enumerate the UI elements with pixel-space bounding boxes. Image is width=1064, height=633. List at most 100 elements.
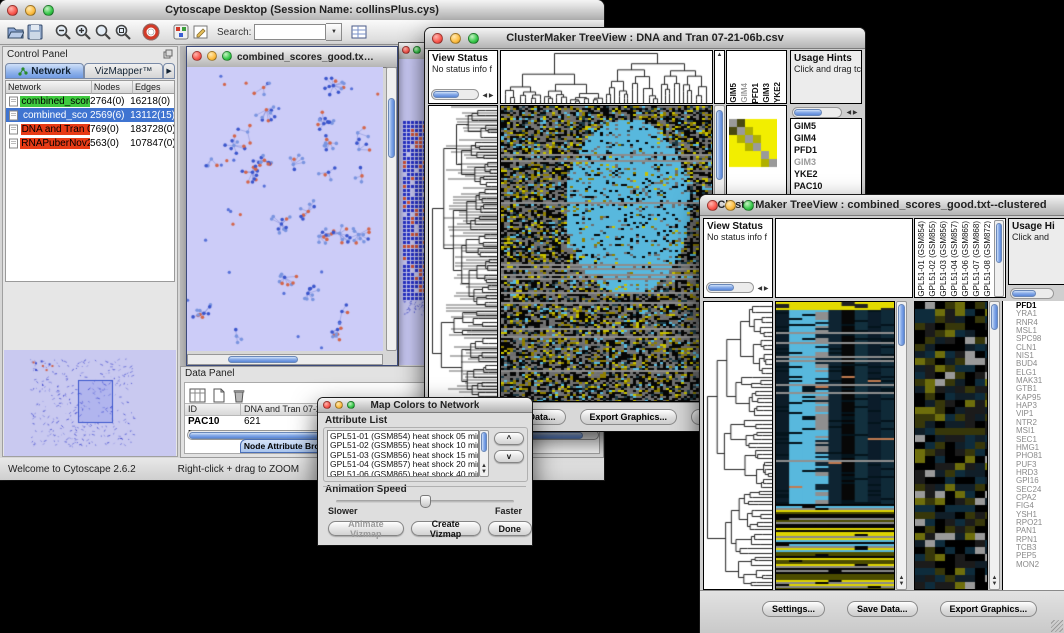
minimize-button[interactable]	[335, 401, 343, 409]
treeview-dna-titlebar[interactable]: ClusterMaker TreeView : DNA and Tran 07-…	[425, 28, 865, 49]
zoom-window-button[interactable]	[347, 401, 355, 409]
usage-hints-scrollbar[interactable]	[1010, 288, 1054, 299]
save-icon[interactable]	[25, 22, 45, 42]
treeview-button[interactable]: Export Graphics...	[940, 601, 1038, 617]
zoom-in-icon[interactable]	[73, 22, 93, 42]
vizmapper-icon[interactable]	[171, 22, 191, 42]
main-titlebar[interactable]: Cytoscape Desktop (Session Name: collins…	[0, 0, 604, 21]
gene-label[interactable]: GIM3	[794, 156, 858, 168]
zoom-window-button[interactable]	[743, 200, 754, 211]
gene-label[interactable]: MON2	[1016, 561, 1064, 569]
treeview-combined-titlebar[interactable]: ClusterMaker TreeView : combined_scores_…	[700, 195, 1064, 216]
gene-label[interactable]: GIM5	[794, 120, 858, 132]
row-dendrogram[interactable]	[704, 302, 772, 589]
zoom-window-button[interactable]	[468, 33, 479, 44]
gene-label[interactable]: PAC10	[794, 180, 858, 192]
column-dendrogram[interactable]	[501, 51, 712, 103]
column-labels-scrollbar[interactable]	[994, 220, 1004, 297]
secondary-heatmap[interactable]	[915, 302, 987, 589]
attribute-up-button[interactable]: ^	[494, 432, 524, 445]
minimize-button[interactable]	[725, 200, 736, 211]
scroll-arrows[interactable]: ◀ ▶	[845, 110, 859, 116]
col-header-network[interactable]: Network	[6, 81, 92, 94]
usage-hints-box: Usage Hints Click and drag tc	[790, 50, 862, 104]
zoom-window-button[interactable]	[43, 5, 54, 16]
network-table-row[interactable]: DNA and Tran 07 769(0) 183728(0)	[6, 122, 174, 136]
view-status-scrollbar[interactable]	[706, 282, 754, 293]
secondary-vscrollbar[interactable]: ▲▼	[989, 301, 1000, 590]
attribute-down-button[interactable]: v	[494, 450, 524, 463]
attribute-list-scrollbar[interactable]: ▲▼	[479, 430, 489, 477]
minimize-button[interactable]	[25, 5, 36, 16]
network-overview-thumbnail[interactable]	[4, 350, 176, 456]
scroll-arrows[interactable]: ◀ ▶	[481, 93, 495, 99]
zoom-out-icon[interactable]	[53, 22, 73, 42]
attribute-browser-icon[interactable]	[349, 22, 369, 42]
minimize-button[interactable]	[207, 51, 217, 61]
scroll-arrows[interactable]: ▲▼	[898, 575, 905, 587]
view-status-scrollbar[interactable]	[431, 89, 479, 100]
zoom-window-button[interactable]	[413, 46, 421, 54]
network-view-canvas[interactable]	[187, 67, 383, 351]
treeview-combined-title: ClusterMaker TreeView : combined_scores_…	[717, 199, 1046, 211]
map-dialog-titlebar[interactable]: Map Colors to Network	[318, 398, 532, 413]
dialog-button[interactable]: Animate Vizmap	[328, 521, 404, 536]
treeview-button[interactable]: Save Data...	[847, 601, 918, 617]
heatmap-canvas[interactable]	[501, 106, 712, 401]
close-button[interactable]	[402, 46, 410, 54]
scroll-arrows[interactable]: ◀ ▶	[756, 286, 770, 292]
heatmap-canvas[interactable]	[776, 302, 894, 589]
select-attributes-icon[interactable]	[187, 385, 207, 405]
data-col-id[interactable]: ID	[185, 403, 241, 416]
row-dendrogram[interactable]	[429, 106, 497, 401]
search-dropdown-button[interactable]: ▼	[326, 23, 342, 41]
tab-vizmapper[interactable]: VizMapper™	[84, 63, 163, 79]
close-button[interactable]	[707, 200, 718, 211]
search-input[interactable]	[254, 24, 326, 40]
scroll-arrows[interactable]: ▲▼	[991, 575, 998, 587]
heatmap-vscrollbar[interactable]: ▲▼	[896, 301, 907, 590]
float-panel-icon[interactable]	[163, 46, 173, 64]
strip-arrow[interactable]: ▲	[716, 52, 723, 58]
help-lifesaver-icon[interactable]	[141, 22, 161, 42]
treeview-button[interactable]: Export Graphics...	[580, 409, 678, 425]
network-window-titlebar[interactable]: combined_scores_good.txt--cluste...	[187, 47, 397, 68]
dialog-button[interactable]: Create Vizmap	[411, 521, 481, 536]
network-vertical-scrollbar[interactable]	[386, 67, 397, 351]
open-folder-icon[interactable]	[5, 22, 25, 42]
gene-label[interactable]: GIM4	[794, 132, 858, 144]
annotation-icon[interactable]	[191, 22, 211, 42]
column-labels-box: GPL51-01 (GSM854)GPL51-02 (GSM855)GPL51-…	[914, 218, 1006, 298]
close-button[interactable]	[432, 33, 443, 44]
tab-network[interactable]: Network	[5, 63, 84, 79]
correlation-matrix[interactable]	[729, 117, 777, 169]
delete-attribute-icon[interactable]	[229, 385, 249, 405]
resize-grip[interactable]	[1051, 620, 1063, 632]
col-header-edges[interactable]: Edges	[133, 81, 174, 94]
zoom-window-button[interactable]	[222, 51, 232, 61]
usage-hints-scrollbar[interactable]	[792, 107, 842, 118]
slower-label: Slower	[328, 506, 358, 516]
tabs-more-button[interactable]: ▶	[163, 63, 175, 79]
status-hint-zoom: Right-click + drag to ZOOM	[178, 464, 299, 475]
network-horizontal-scrollbar[interactable]	[187, 354, 383, 365]
close-button[interactable]	[323, 401, 331, 409]
gene-label[interactable]: YKE2	[794, 168, 858, 180]
slider-thumb[interactable]	[420, 495, 431, 508]
new-attribute-icon[interactable]	[209, 385, 229, 405]
close-button[interactable]	[7, 5, 18, 16]
gene-label[interactable]: PFD1	[794, 144, 858, 156]
scroll-arrows[interactable]: ▲▼	[481, 463, 487, 475]
network-table-row[interactable]: RNAPuberNov2+l 563(0) 107847(0)	[6, 136, 174, 150]
close-button[interactable]	[192, 51, 202, 61]
network-table-row[interactable]: combined_sco 2569(6) 13112(15)	[6, 108, 174, 122]
col-header-nodes[interactable]: Nodes	[92, 81, 133, 94]
animation-speed-slider[interactable]	[336, 500, 514, 503]
zoom-fit-icon[interactable]	[113, 22, 133, 42]
treeview-button[interactable]: Settings...	[762, 601, 825, 617]
zoom-selected-icon[interactable]	[93, 22, 113, 42]
minimize-button[interactable]	[450, 33, 461, 44]
dialog-button[interactable]: Done	[488, 521, 533, 536]
attribute-item[interactable]: GPL51-06 (GSM865) heat shock 40 min	[330, 470, 476, 477]
network-table-row[interactable]: combined_scores 2764(0) 16218(0)	[6, 94, 174, 108]
